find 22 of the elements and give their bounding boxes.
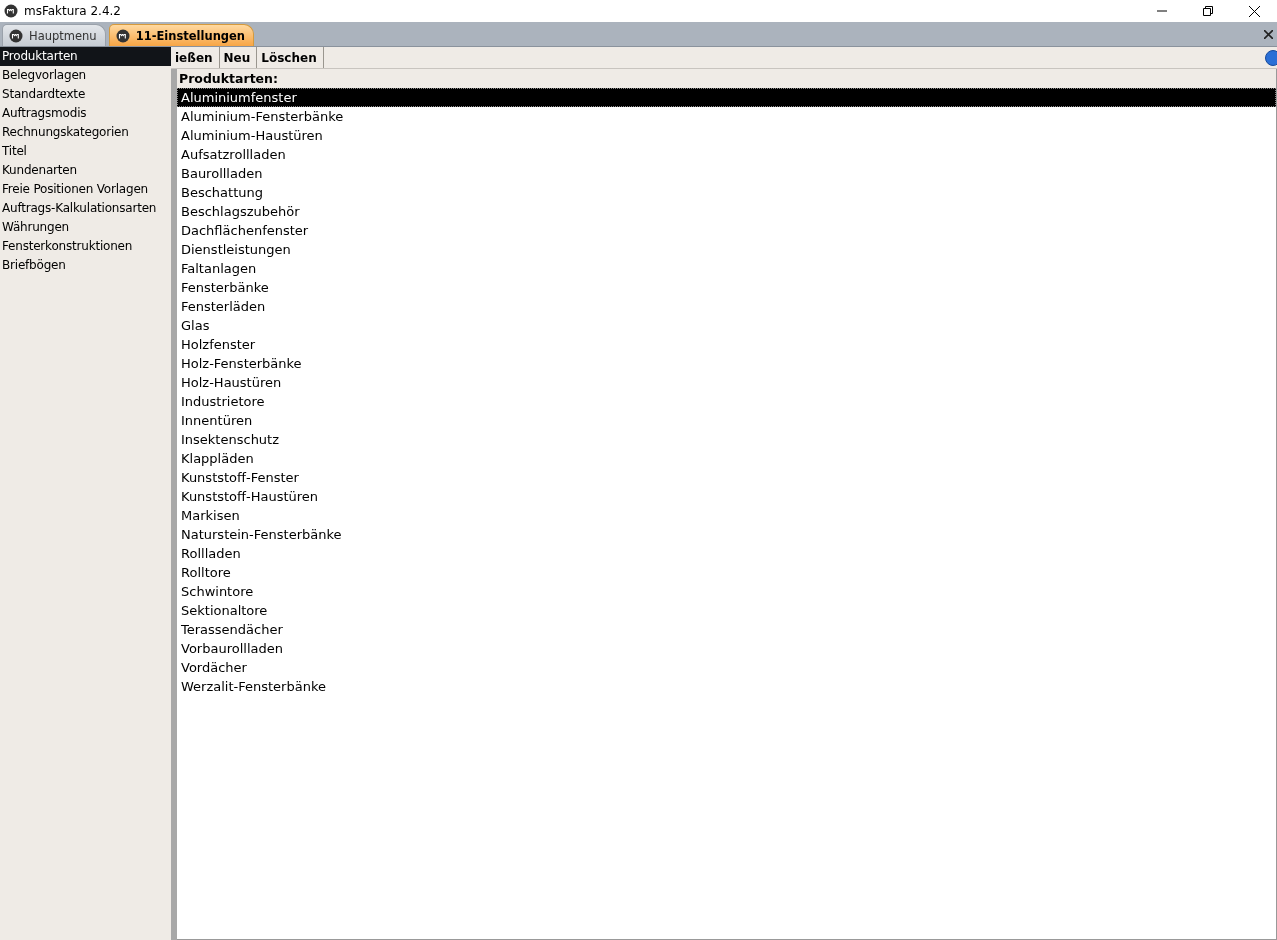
sidebar-item[interactable]: Freie Positionen Vorlagen — [0, 180, 171, 199]
sidebar-item[interactable]: Auftragsmodis — [0, 104, 171, 123]
sidebar-item[interactable]: Kundenarten — [0, 161, 171, 180]
sidebar-item[interactable]: Fensterkonstruktionen — [0, 237, 171, 256]
tab[interactable]: Hauptmenu — [2, 24, 106, 46]
close-icon[interactable] — [1248, 5, 1260, 17]
restore-icon[interactable] — [1203, 6, 1213, 16]
sidebar-item[interactable]: Belegvorlagen — [0, 66, 171, 85]
tab[interactable]: 11-Einstellungen — [108, 24, 255, 46]
sidebar-item[interactable]: Standardtexte — [0, 85, 171, 104]
sidebar-item[interactable]: Währungen — [0, 218, 171, 237]
sidebar-item[interactable]: Briefbögen — [0, 256, 171, 275]
app-logo-icon — [4, 4, 18, 18]
sidebar-item[interactable]: Produktarten — [0, 47, 171, 66]
app-logo-icon — [9, 28, 23, 43]
list-item[interactable]: Aluminiumfenster — [177, 88, 1276, 107]
app-logo-icon — [115, 28, 130, 43]
list-title: Produktarten: — [177, 69, 1276, 88]
sidebar-item[interactable]: Titel — [0, 142, 171, 161]
sidebar-item[interactable]: Auftrags-Kalkulationsarten — [0, 199, 171, 218]
window-title: msFaktura 2.4.2 — [24, 4, 121, 18]
sidebar-item[interactable]: Rechnungskategorien — [0, 123, 171, 142]
